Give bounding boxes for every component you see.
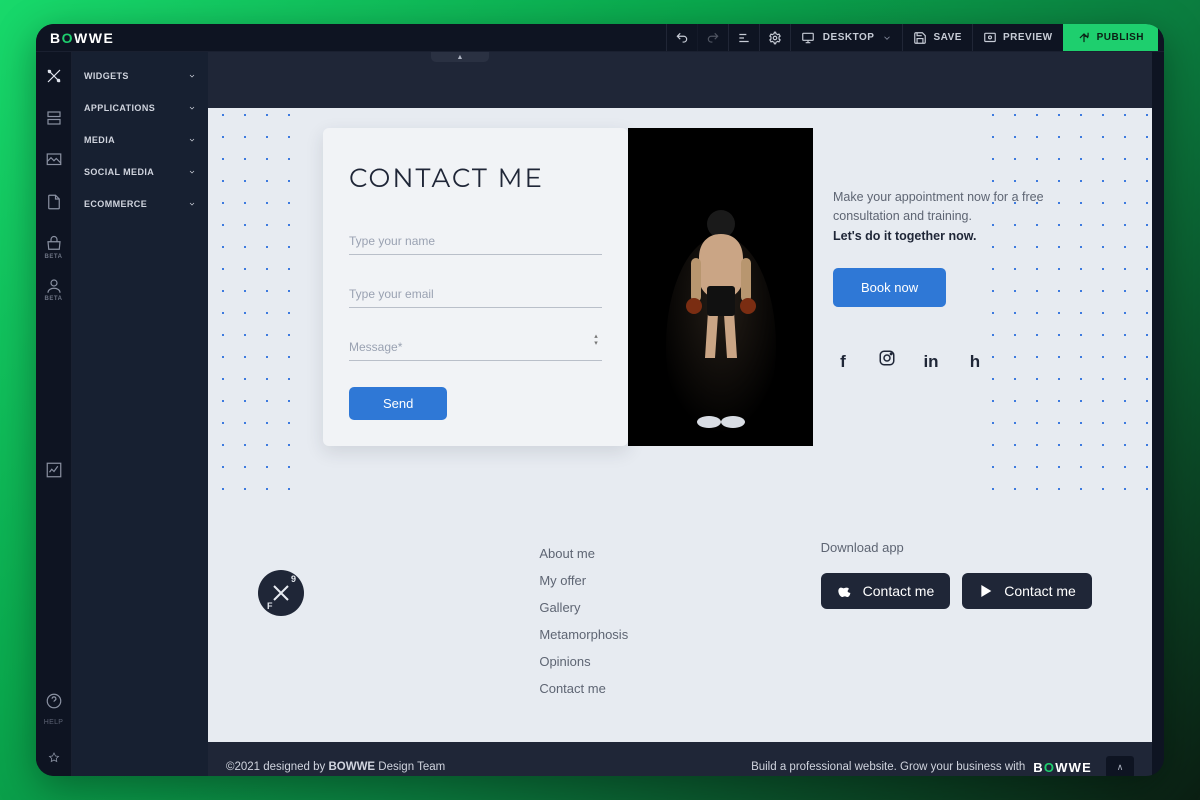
panel-collapse-handle[interactable] xyxy=(431,52,489,62)
editor-canvas[interactable]: CONTACT ME ▴▾ Send xyxy=(208,52,1152,776)
site-preview: CONTACT ME ▴▾ Send xyxy=(208,52,1152,776)
bottom-bar: ©2021 designed by BOWWE Design Team Buil… xyxy=(208,742,1152,776)
linkedin-icon[interactable]: in xyxy=(921,349,941,375)
footer-link[interactable]: Opinions xyxy=(539,648,820,675)
panel-item-ecommerce[interactable]: ECOMMERCE xyxy=(72,188,208,220)
aside-text: Make your appointment now for a free con… xyxy=(833,188,1093,227)
download-label: Contact me xyxy=(863,583,935,599)
app-window: BOWWE Desktop SAVE PREVIEW P xyxy=(36,24,1164,776)
footer-link[interactable]: My offer xyxy=(539,567,820,594)
promo-text: Build a professional website. Grow your … xyxy=(751,761,1025,773)
panel-item-widgets[interactable]: WIDGETS xyxy=(72,60,208,92)
brand-post: WWE xyxy=(74,30,114,46)
rail-media[interactable] xyxy=(44,150,64,170)
preview-label: PREVIEW xyxy=(1003,32,1053,43)
apple-icon xyxy=(837,583,853,599)
beta-badge: BETA xyxy=(45,296,63,302)
help-label: HELP xyxy=(44,719,64,726)
houzz-icon[interactable]: h xyxy=(965,349,985,375)
person-illustration xyxy=(661,186,781,446)
widgets-panel: WIDGETS APPLICATIONS MEDIA SOCIAL MEDIA … xyxy=(72,52,208,776)
device-label: Desktop xyxy=(823,32,875,43)
panel-item-label: ECOMMERCE xyxy=(84,199,147,209)
appstore-button[interactable]: Contact me xyxy=(821,573,951,609)
device-select[interactable]: Desktop xyxy=(790,24,903,51)
rail-sections[interactable] xyxy=(44,108,64,128)
rail-ecommerce[interactable]: BETA xyxy=(44,234,64,254)
site-logo-badge: 9 F xyxy=(258,570,304,616)
panel-item-social[interactable]: SOCIAL MEDIA xyxy=(72,156,208,188)
redo-button[interactable] xyxy=(697,24,728,51)
brand-pre: B xyxy=(50,30,62,46)
brand-logo: BOWWE xyxy=(50,30,114,46)
name-input[interactable] xyxy=(349,228,602,255)
rail-widgets[interactable] xyxy=(44,66,64,86)
panel-item-label: SOCIAL MEDIA xyxy=(84,167,154,177)
footer-section[interactable]: 9 F About me My offer Gallery Metamorpho… xyxy=(208,496,1152,742)
panel-item-label: MEDIA xyxy=(84,135,115,145)
chevron-down-icon xyxy=(188,72,196,80)
contact-heading: CONTACT ME xyxy=(349,162,602,194)
footer-link[interactable]: Metamorphosis xyxy=(539,621,820,648)
rail-pin[interactable] xyxy=(44,748,64,768)
footer-link[interactable]: Gallery xyxy=(539,594,820,621)
email-input[interactable] xyxy=(349,281,602,308)
chevron-down-icon xyxy=(188,136,196,144)
chevron-down-icon xyxy=(188,104,196,112)
footer-link[interactable]: Contact me xyxy=(539,675,820,702)
publish-label: PUBLISH xyxy=(1097,32,1144,43)
chevron-down-icon xyxy=(188,168,196,176)
footer-link[interactable]: About me xyxy=(539,540,820,567)
panel-item-applications[interactable]: APPLICATIONS xyxy=(72,92,208,124)
hero-section[interactable] xyxy=(208,52,1152,108)
undo-button[interactable] xyxy=(666,24,697,51)
top-bar: BOWWE Desktop SAVE PREVIEW P xyxy=(36,24,1164,52)
send-button[interactable]: Send xyxy=(349,387,447,420)
instagram-icon[interactable] xyxy=(877,349,897,375)
social-row: f in h xyxy=(833,349,1093,375)
layers-button[interactable] xyxy=(728,24,759,51)
contact-aside: Make your appointment now for a free con… xyxy=(833,128,1093,446)
facebook-icon[interactable]: f xyxy=(833,349,853,375)
brand-accent: O xyxy=(62,30,74,46)
publish-button[interactable]: PUBLISH xyxy=(1063,24,1158,51)
rail-help[interactable] xyxy=(44,691,64,711)
save-button[interactable]: SAVE xyxy=(902,24,972,51)
footer-nav: About me My offer Gallery Metamorphosis … xyxy=(539,540,820,702)
contact-image[interactable] xyxy=(628,128,813,446)
textarea-resize-icon[interactable]: ▴▾ xyxy=(590,334,602,346)
rail-pages[interactable] xyxy=(44,192,64,212)
contact-form-card: CONTACT ME ▴▾ Send xyxy=(323,128,628,446)
tool-rail: BETA BETA HELP xyxy=(36,52,72,776)
preview-button[interactable]: PREVIEW xyxy=(972,24,1063,51)
panel-item-label: WIDGETS xyxy=(84,71,129,81)
save-label: SAVE xyxy=(933,32,962,43)
message-input[interactable] xyxy=(349,334,602,361)
chevron-down-icon xyxy=(188,200,196,208)
settings-button[interactable] xyxy=(759,24,790,51)
playstore-button[interactable]: Contact me xyxy=(962,573,1092,609)
aside-text-bold: Let's do it together now. xyxy=(833,229,976,243)
copyright: ©2021 designed by BOWWE Design Team xyxy=(226,761,445,773)
chevron-down-icon xyxy=(882,33,892,43)
play-icon xyxy=(978,583,994,599)
beta-badge: BETA xyxy=(45,254,63,260)
book-now-button[interactable]: Book now xyxy=(833,268,946,307)
panel-item-label: APPLICATIONS xyxy=(84,103,155,113)
download-title: Download app xyxy=(821,540,1102,555)
contact-section[interactable]: CONTACT ME ▴▾ Send xyxy=(208,108,1152,496)
rail-analytics[interactable] xyxy=(44,460,64,480)
download-label: Contact me xyxy=(1004,583,1076,599)
panel-item-media[interactable]: MEDIA xyxy=(72,124,208,156)
bowwe-mini-logo[interactable]: BOWWE xyxy=(1033,760,1092,775)
rail-users[interactable]: BETA xyxy=(44,276,64,296)
scroll-top-button[interactable]: ∧ xyxy=(1106,756,1134,776)
